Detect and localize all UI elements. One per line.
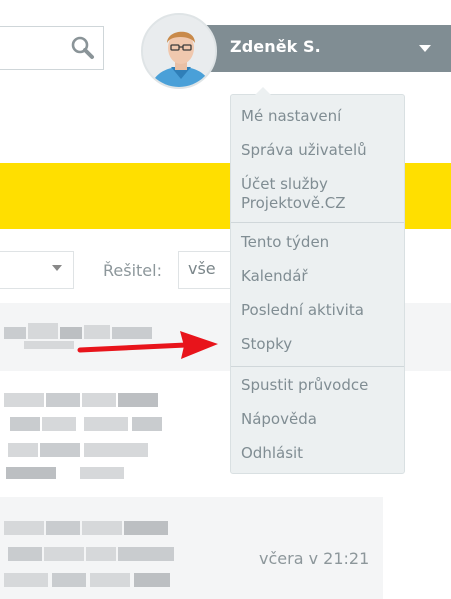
search-icon[interactable] <box>70 35 96 61</box>
resitel-label: Řešitel: <box>103 261 162 280</box>
chevron-down-icon[interactable] <box>419 45 431 52</box>
menu-item-my-settings[interactable]: Mé nastavení <box>241 107 341 126</box>
menu-divider <box>231 222 404 223</box>
menu-divider <box>231 366 404 367</box>
menu-item-stopwatch[interactable]: Stopky <box>241 335 292 354</box>
chevron-down-icon[interactable] <box>52 265 62 271</box>
avatar-image <box>143 15 215 87</box>
menu-item-this-week[interactable]: Tento týden <box>241 233 329 252</box>
menu-item-service-account[interactable]: Účet služby Projektově.CZ <box>241 175 346 213</box>
user-name[interactable]: Zdeněk S. <box>230 37 321 56</box>
menu-item-help[interactable]: Nápověda <box>241 410 317 429</box>
menu-item-recent-activity[interactable]: Poslední aktivita <box>241 301 364 320</box>
activity-timestamp: včera v 21:21 <box>259 549 370 568</box>
filter-select[interactable] <box>0 251 74 289</box>
avatar[interactable] <box>141 13 217 89</box>
menu-item-calendar[interactable]: Kalendář <box>241 267 308 286</box>
menu-item-start-guide[interactable]: Spustit průvodce <box>241 376 368 395</box>
menu-item-logout[interactable]: Odhlásit <box>241 444 303 463</box>
list-item[interactable] <box>0 497 383 599</box>
dropdown-notch <box>255 87 271 95</box>
list-item[interactable] <box>0 371 183 499</box>
menu-item-user-management[interactable]: Správa uživatelů <box>241 141 367 160</box>
resitel-select-value[interactable]: vše <box>188 259 216 278</box>
